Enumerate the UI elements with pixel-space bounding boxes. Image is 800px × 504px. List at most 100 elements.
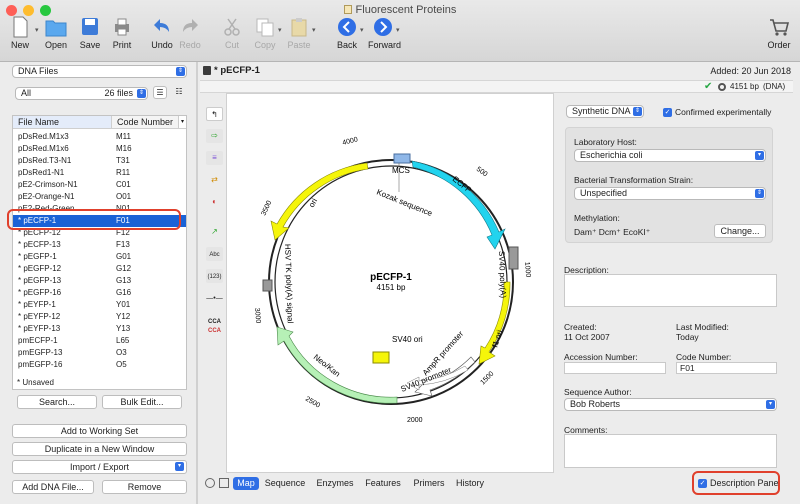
accession-field[interactable] — [564, 362, 666, 374]
color-tool-button[interactable]: ◐ — [206, 195, 223, 209]
save-button[interactable]: Save — [78, 16, 102, 50]
file-name-cell: * pEYFP-12 — [18, 312, 61, 321]
table-row[interactable]: * pEGFP-13 G13 — [13, 275, 186, 287]
table-row[interactable]: pmEGFP-13 O3 — [13, 347, 186, 359]
table-row[interactable]: pE2-Crimson-N1 C01 — [13, 179, 186, 191]
hsv-tk-feature[interactable] — [262, 279, 273, 292]
feature-label-f1-ori: f1 ori — [490, 329, 504, 349]
table-row[interactable]: pDsRed.M1x6 M16 — [13, 143, 186, 155]
ecfp-feature[interactable] — [411, 160, 506, 250]
back-button[interactable]: Back ▾ — [334, 16, 364, 50]
file-name-cell: * pEGFP-13 — [18, 276, 62, 285]
numbering-tool-button[interactable]: (123) — [206, 269, 223, 283]
print-button[interactable]: Print — [110, 16, 134, 50]
panel-splitter[interactable] — [196, 62, 198, 504]
comments-textarea[interactable] — [564, 434, 777, 468]
table-row[interactable]: pmEGFP-16 O5 — [13, 359, 186, 371]
tab-sequence[interactable]: Sequence — [263, 477, 307, 490]
change-methylation-button[interactable]: Change... — [714, 224, 766, 238]
feature-label-ori: ori — [307, 197, 319, 209]
table-row[interactable]: pDsRed1-N1 R11 — [13, 167, 186, 179]
save-label: Save — [79, 40, 101, 50]
methylation-label: Methylation: — [574, 213, 620, 223]
unsaved-note: * Unsaved — [17, 378, 54, 387]
bulk-edit-button[interactable]: Bulk Edit... — [102, 395, 182, 409]
table-row[interactable]: * pEGFP-16 G16 — [13, 287, 186, 299]
remove-button[interactable]: Remove — [102, 480, 187, 494]
table-row[interactable]: * pEGFP-12 G12 — [13, 263, 186, 275]
table-row[interactable]: pmECFP-1 L65 — [13, 335, 186, 347]
ori-feature[interactable] — [270, 162, 369, 241]
add-to-working-set-button[interactable]: Add to Working Set — [12, 424, 187, 438]
code-number-field[interactable]: F01 — [676, 362, 777, 374]
redo-button[interactable]: Redo — [178, 16, 202, 50]
copy-icon — [256, 18, 274, 37]
table-row[interactable]: * pECFP-13 F13 — [13, 239, 186, 251]
add-dna-file-button[interactable]: Add DNA File... — [12, 480, 94, 494]
search-button[interactable]: Search... — [17, 395, 97, 409]
direction-tool-button[interactable]: ⇄ — [206, 173, 223, 187]
undo-button[interactable]: Undo — [150, 16, 174, 50]
files-count: 26 files — [104, 88, 133, 98]
tab-enzymes[interactable]: Enzymes — [313, 477, 357, 490]
translation-tool-button[interactable]: CCA CCA — [206, 317, 223, 335]
table-row[interactable]: * pEGFP-1 G01 — [13, 251, 186, 263]
column-header-file-name[interactable]: File Name — [13, 116, 111, 129]
select-tool-button[interactable]: ↰ — [206, 107, 223, 121]
split-view-icon[interactable] — [219, 478, 229, 488]
sequence-type-select[interactable]: Synthetic DNA ⇕ — [566, 105, 644, 118]
sv40-polya-feature[interactable] — [508, 246, 519, 270]
ruler-tool-button[interactable]: —•— — [206, 291, 223, 305]
description-textarea[interactable] — [564, 274, 777, 307]
filter-value: All — [21, 88, 32, 98]
tab-primers[interactable]: Primers — [409, 477, 449, 490]
confirmed-checkbox[interactable]: ✓ Confirmed experimentally — [663, 107, 771, 118]
mcs-feature[interactable] — [393, 153, 411, 164]
code-number-cell: Y01 — [116, 300, 131, 309]
table-row[interactable]: pDsRed.M1x3 M11 — [13, 131, 186, 143]
arrows-icon: ⇄ — [211, 175, 218, 184]
zoom-fit-icon[interactable] — [205, 478, 215, 488]
lines-tool-button[interactable]: ≡ — [206, 151, 223, 165]
files-type-select[interactable]: DNA Files ⇕ — [12, 65, 187, 78]
column-menu-icon[interactable]: ▾ — [178, 116, 186, 128]
code-number-cell: M11 — [116, 132, 131, 141]
copy-button[interactable]: Copy ▾ — [252, 16, 282, 50]
cut-button[interactable]: Cut — [220, 16, 244, 50]
table-row[interactable]: pDsRed.T3-N1 T31 — [13, 155, 186, 167]
new-button[interactable]: New ▾ — [8, 16, 39, 50]
filter-select[interactable]: All 26 files ⇕ — [15, 87, 148, 100]
primer-tool-button[interactable]: ↗ — [206, 225, 223, 239]
forward-button[interactable]: Forward ▾ — [368, 16, 401, 50]
hierarchy-view-button[interactable]: ☷ — [172, 86, 186, 99]
plasmid-map-canvas[interactable]: 4000 500 1000 1500 2000 2500 3000 3500 M… — [226, 93, 554, 473]
abc-tool-button[interactable]: Abc — [206, 247, 223, 261]
created-value: 11 Oct 2007 — [564, 332, 610, 342]
lab-host-select[interactable]: Escherichia coli ▾ — [574, 149, 766, 162]
sv40-ori-feature[interactable] — [372, 351, 390, 364]
open-button[interactable]: Open — [42, 16, 70, 50]
list-view-button[interactable]: ☰ — [153, 86, 167, 99]
paste-button[interactable]: Paste ▾ — [286, 16, 316, 50]
chevron-updown-icon: ⇕ — [137, 89, 146, 98]
map-tick-label: 2500 — [304, 396, 321, 410]
table-row[interactable]: * pEYFP-13 Y13 — [13, 323, 186, 335]
tab-features[interactable]: Features — [361, 477, 405, 490]
table-row[interactable]: * pEYFP-12 Y12 — [13, 311, 186, 323]
order-button[interactable]: Order — [766, 16, 792, 50]
file-name-cell: pDsRed1-N1 — [18, 168, 65, 177]
tab-map[interactable]: Map — [233, 477, 259, 490]
code-number-cell: C01 — [116, 180, 131, 189]
column-header-code-number[interactable]: Code Number ▾ — [111, 116, 186, 129]
author-select[interactable]: Bob Roberts ▾ — [564, 398, 777, 411]
cut-label: Cut — [224, 40, 239, 50]
duplicate-window-button[interactable]: Duplicate in a New Window — [12, 442, 187, 456]
table-row[interactable]: pE2-Orange-N1 O01 — [13, 191, 186, 203]
feature-tool-button[interactable]: ⇨ — [206, 129, 223, 143]
code-number-label: Code Number: — [676, 352, 732, 362]
table-row[interactable]: * pEYFP-1 Y01 — [13, 299, 186, 311]
import-export-button[interactable]: Import / Export ▾ — [12, 460, 187, 474]
tab-history[interactable]: History — [451, 477, 489, 490]
strain-select[interactable]: Unspecified ⇕ — [574, 187, 766, 200]
chevron-updown-icon: ⇕ — [755, 189, 764, 198]
